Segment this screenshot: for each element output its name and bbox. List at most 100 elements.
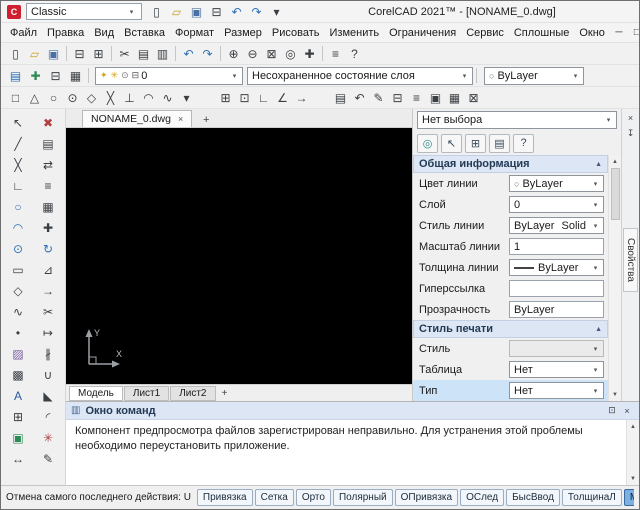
clean-screen-icon[interactable]: ⊠ [464,89,483,107]
layer-on-icon[interactable]: ✦ [100,70,108,81]
grid-toggle-icon[interactable]: ⊞ [216,89,235,107]
extend-icon[interactable]: ↦ [35,322,61,343]
menu-modify[interactable]: Изменить [325,25,385,41]
line-icon[interactable]: ╱ [5,133,31,154]
offset-icon[interactable]: ≡ [35,175,61,196]
polygon-icon[interactable]: ◇ [5,280,31,301]
hatch-icon[interactable]: ▨ [5,343,31,364]
new-drawing-icon[interactable]: ▯ [147,3,166,21]
zoom-fit-icon[interactable]: ◎ [281,45,300,63]
undo-icon[interactable]: ↶ [179,45,198,63]
lineweight-display-icon[interactable]: ≡ [407,89,426,107]
save-drawing-icon[interactable]: ▣ [187,3,206,21]
pan-icon[interactable]: ✚ [300,45,319,63]
open-drawing-icon[interactable]: ▱ [167,3,186,21]
scale-icon[interactable]: ⊿ [35,259,61,280]
menu-format[interactable]: Формат [170,25,219,41]
auto-hide-pin-icon[interactable]: ↧ [624,126,638,140]
section-header-print-style[interactable]: Стиль печати ▲ [413,320,608,338]
new-document-tab-button[interactable]: + [197,112,215,127]
scroll-down-icon[interactable]: ▼ [627,472,640,485]
zoom-window-icon[interactable]: ⊠ [262,45,281,63]
layer-print-icon[interactable]: ⊟ [46,67,65,85]
customize-quick-access-icon[interactable]: ▾ [267,3,286,21]
sheet-tab-model[interactable]: Модель [69,386,123,401]
menu-constraints[interactable]: Ограничения [384,25,461,41]
status-grid-button[interactable]: Сетка [255,489,294,506]
layer-lock-icon[interactable]: ⊙ [121,70,129,81]
esnap-nearest-icon[interactable]: ∿ [158,89,177,107]
circle-icon[interactable]: ○ [5,196,31,217]
construction-line-icon[interactable]: ╳ [5,154,31,175]
print-table-combo[interactable]: Нет▾ [509,361,604,378]
menu-draw[interactable]: Рисовать [267,25,325,41]
selection-filter-icon[interactable]: ▤ [489,134,510,153]
erase-icon[interactable]: ✖ [35,112,61,133]
dimension-icon[interactable]: ↔ [5,448,31,469]
mirror-icon[interactable]: ⇄ [35,154,61,175]
esnap-intersection-icon[interactable]: ╳ [101,89,120,107]
select-icon[interactable]: ↖ [5,112,31,133]
ortho-toggle-icon[interactable]: ∟ [254,89,273,107]
edit-properties-icon[interactable]: ✎ [35,448,61,469]
print-icon[interactable]: ⊟ [70,45,89,63]
esnap-tangent-icon[interactable]: ◠ [139,89,158,107]
menu-insert[interactable]: Вставка [119,25,170,41]
zoom-out-icon[interactable]: ⊖ [243,45,262,63]
status-polar-button[interactable]: Полярный [333,489,393,506]
lineweight-combo[interactable]: ByLayer▾ [509,259,604,276]
close-palette-icon[interactable]: × [624,111,638,125]
esnap-quadrant-icon[interactable]: ◇ [82,89,101,107]
menu-edit[interactable]: Правка [42,25,89,41]
close-command-window-icon[interactable]: × [620,404,634,418]
line-color-combo[interactable]: ○ByLayer▾ [509,175,604,192]
new-drawing-icon[interactable]: ▯ [6,45,25,63]
scroll-down-icon[interactable]: ▼ [609,388,622,401]
break-icon[interactable]: ∦ [35,343,61,364]
status-lineweight-button[interactable]: ТолщинаЛ [562,489,622,506]
chamfer-icon[interactable]: ◣ [35,385,61,406]
layer-previous-icon[interactable]: ↶ [350,89,369,107]
etrack-toggle-icon[interactable]: → [292,89,311,107]
polyline-icon[interactable]: ∟ [5,175,31,196]
properties-palette-tab[interactable]: Свойства [623,228,638,292]
status-etrack-button[interactable]: ОСлед [460,489,504,506]
undo-icon[interactable]: ↶ [227,3,246,21]
redo-icon[interactable]: ↷ [198,45,217,63]
esnap-midpoint-icon[interactable]: △ [25,89,44,107]
save-drawing-icon[interactable]: ▣ [44,45,63,63]
drawing-canvas[interactable]: Y X [66,128,412,384]
cut-icon[interactable]: ✂ [115,45,134,63]
image-manager-icon[interactable]: ▦ [445,89,464,107]
restore-button[interactable]: □ [628,25,640,41]
layers-manager-icon[interactable]: ▤ [6,67,25,85]
snap-toggle-icon[interactable]: ⊡ [235,89,254,107]
rotate-icon[interactable]: ↻ [35,238,61,259]
point-icon[interactable]: • [5,322,31,343]
polar-toggle-icon[interactable]: ∠ [273,89,292,107]
status-quick-input-button[interactable]: БысВвод [506,489,560,506]
properties-icon[interactable]: ≡ [326,45,345,63]
section-header-general[interactable]: Общая информация ▲ [413,155,608,173]
status-model-button[interactable]: МОДЕЛЬ [624,489,634,506]
scrollbar-thumb[interactable] [611,168,620,220]
esnap-node-icon[interactable]: ⊙ [63,89,82,107]
join-icon[interactable]: ∪ [35,364,61,385]
esnap-center-icon[interactable]: ○ [44,89,63,107]
menu-window[interactable]: Окно [574,25,610,41]
layer-combo[interactable]: ✦✳⊙⊟ 0 ▾ [95,67,243,85]
selection-combo[interactable]: Нет выбора ▾ [417,111,617,129]
fillet-icon[interactable]: ◜ [35,406,61,427]
menu-view[interactable]: Вид [89,25,119,41]
select-entities-icon[interactable]: ↖ [441,134,462,153]
document-tab[interactable]: NONAME_0.dwg × [82,110,192,127]
status-esnap-button[interactable]: ОПривязка [395,489,458,506]
deselect-icon[interactable]: ◎ [417,134,438,153]
sheet-tab-list2[interactable]: Лист2 [170,386,215,401]
layer-combo[interactable]: 0▾ [509,196,604,213]
copy-icon[interactable]: ▤ [134,45,153,63]
sheet-tab-list1[interactable]: Лист1 [124,386,169,401]
print-preview-icon[interactable]: ⊞ [89,45,108,63]
esnap-perpendicular-icon[interactable]: ⊥ [120,89,139,107]
transparency-input[interactable]: ByLayer [509,301,604,318]
